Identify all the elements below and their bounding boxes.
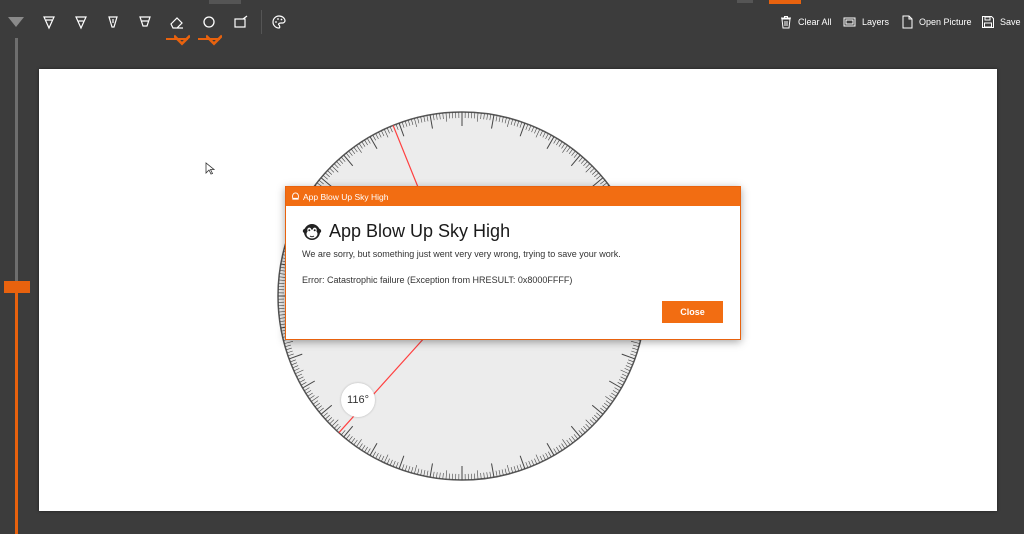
pencil-tool[interactable] (66, 6, 96, 38)
dialog-message: We are sorry, but something just went ve… (302, 249, 621, 259)
stroke-size-slider-thumb[interactable] (4, 281, 30, 293)
clear-all-label: Clear All (798, 17, 832, 27)
dialog-titlebar: App Blow Up Sky High (286, 187, 740, 206)
ballpoint-pen-icon (43, 16, 55, 30)
error-dialog: App Blow Up Sky High App Blow Up Sky Hig… (285, 186, 741, 340)
layers-icon (843, 17, 856, 27)
toolbar-indicator (737, 0, 753, 3)
shape-circle-icon (203, 16, 215, 28)
ink-toolbar: Clear All Layers Open Picture Save (0, 0, 1024, 46)
angle-readout: 116° (341, 383, 375, 417)
palette-icon (272, 15, 286, 29)
color-palette-tool[interactable] (264, 6, 294, 38)
save-button[interactable]: Save (981, 12, 1021, 32)
save-icon (982, 16, 994, 28)
ruler-icon (234, 15, 248, 28)
layers-label: Layers (862, 17, 890, 27)
save-label: Save (1000, 17, 1021, 27)
toolbar-indicator (209, 0, 241, 4)
chevron-down-icon (206, 34, 222, 46)
highlighter-tool[interactable] (130, 6, 160, 38)
mouse-cursor-icon (205, 162, 215, 175)
pencil-icon (75, 16, 87, 30)
toolbar-separator (261, 10, 262, 34)
ruler-tool[interactable] (226, 6, 256, 38)
stroke-size-slider-fill (15, 288, 18, 534)
dialog-error-text: Error: Catastrophic failure (Exception f… (302, 275, 573, 285)
chevron-down-icon (174, 34, 190, 46)
monkey-face-icon (302, 223, 322, 240)
close-button[interactable]: Close (662, 301, 723, 323)
layers-button[interactable]: Layers (843, 12, 889, 32)
dialog-heading: App Blow Up Sky High (302, 221, 510, 242)
dialog-titlebar-text: App Blow Up Sky High (303, 191, 389, 202)
eraser-tool[interactable] (162, 6, 192, 46)
highlighter-icon (139, 16, 151, 27)
calligraphy-pen-icon (108, 16, 118, 28)
accent-indicator (769, 0, 801, 4)
eraser-icon (170, 17, 183, 29)
shape-tool[interactable] (194, 6, 224, 46)
open-picture-button[interactable]: Open Picture (900, 12, 972, 32)
calligraphy-pen-tool[interactable] (98, 6, 128, 38)
open-file-icon (902, 15, 913, 29)
ballpoint-pen-tool[interactable] (34, 6, 64, 38)
dialog-title: App Blow Up Sky High (329, 221, 511, 241)
clear-all-button[interactable]: Clear All (779, 12, 832, 32)
open-picture-label: Open Picture (919, 17, 972, 27)
triangle-down-icon (8, 17, 24, 27)
app-icon (292, 192, 299, 200)
trash-icon (781, 16, 791, 29)
